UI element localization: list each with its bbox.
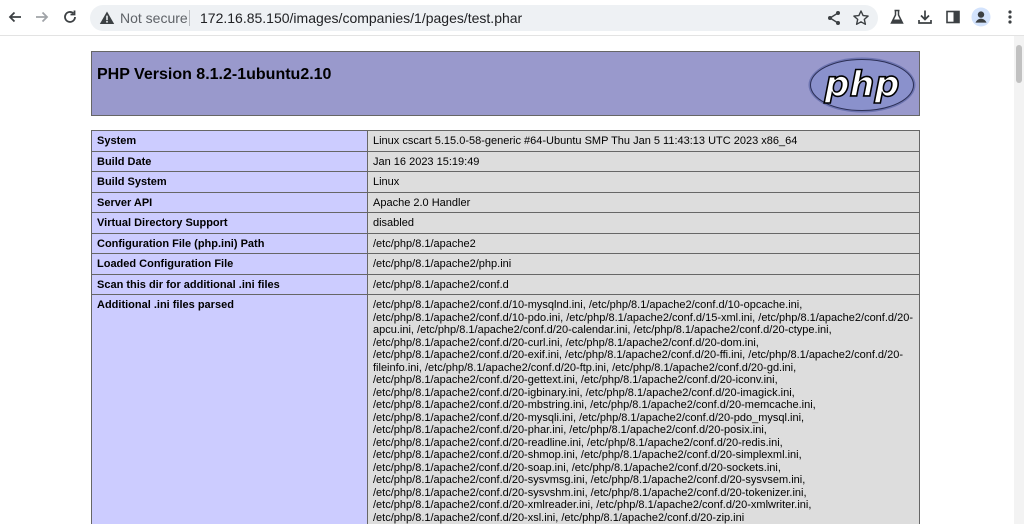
table-row: Virtual Directory Support disabled [91,212,920,234]
row-key: Scan this dir for additional .ini files [91,273,368,295]
row-key: Server API [91,191,368,213]
arrow-right-icon [36,11,49,23]
page-viewport[interactable]: PHP Version 8.1.2-1ubuntu2.10 php System… [0,36,1014,524]
row-value: Linux [367,171,920,193]
share-icon[interactable] [825,9,843,27]
reload-icon [64,10,76,23]
table-row: System Linux cscart 5.15.0-58-generic #6… [91,130,920,152]
table-row: Scan this dir for additional .ini files … [91,273,920,295]
row-key: Loaded Configuration File [91,253,368,275]
forward-button[interactable] [31,6,53,28]
row-value: Jan 16 2023 15:19:49 [367,150,920,172]
row-value: /etc/php/8.1/apache2/php.ini [367,253,920,275]
kebab-menu-icon [1008,10,1012,24]
page-title: PHP Version 8.1.2-1ubuntu2.10 [97,66,332,83]
security-status-label[interactable]: Not secure [120,10,188,26]
side-panel-icon [946,10,960,24]
row-value: disabled [367,212,920,234]
row-key: Configuration File (php.ini) Path [91,232,368,254]
star-icon[interactable] [852,9,870,27]
vertical-scrollbar[interactable] [1014,36,1024,524]
flask-icon [890,9,904,24]
download-icon [918,10,932,24]
row-value: /etc/php/8.1/apache2/conf.d/10-mysqlnd.i… [367,294,920,524]
url-text[interactable]: 172.16.85.150/images/companies/1/pages/t… [200,10,522,26]
row-value: /etc/php/8.1/apache2 [367,232,920,254]
profile-icon [971,7,991,27]
row-value: Linux cscart 5.15.0-58-generic #64-Ubunt… [367,130,920,152]
side-panel-button[interactable] [943,7,963,27]
row-key: System [91,130,368,152]
downloads-button[interactable] [915,7,935,27]
warning-triangle-icon[interactable] [98,9,116,27]
back-button[interactable] [4,6,26,28]
table-row: Configuration File (php.ini) Path /etc/p… [91,232,920,254]
omnibox-divider [189,10,190,26]
php-logo-text: php [823,65,899,105]
table-row: Build System Linux [91,171,920,193]
row-key: Build System [91,171,368,193]
row-key: Build Date [91,150,368,172]
php-version-header: PHP Version 8.1.2-1ubuntu2.10 php [91,51,920,116]
row-key: Virtual Directory Support [91,212,368,234]
php-logo-icon[interactable]: php [807,56,917,114]
arrow-left-icon [8,11,21,23]
table-row: Build Date Jan 16 2023 15:19:49 [91,150,920,172]
row-key: Additional .ini files parsed [91,294,368,524]
labs-button[interactable] [887,7,907,27]
table-row: Server API Apache 2.0 Handler [91,191,920,213]
browser-menu-button[interactable] [1000,7,1020,27]
reload-button[interactable] [59,6,81,28]
php-info-table: System Linux cscart 5.15.0-58-generic #6… [91,130,920,524]
table-row: Additional .ini files parsed /etc/php/8.… [91,294,920,524]
table-row: Loaded Configuration File /etc/php/8.1/a… [91,253,920,275]
row-value: /etc/php/8.1/apache2/conf.d [367,273,920,295]
scrollbar-thumb[interactable] [1016,45,1022,83]
address-bar[interactable]: Not secure 172.16.85.150/images/companie… [90,5,878,31]
profile-button[interactable] [971,7,991,27]
row-value: Apache 2.0 Handler [367,191,920,213]
browser-toolbar: Not secure 172.16.85.150/images/companie… [0,0,1024,36]
